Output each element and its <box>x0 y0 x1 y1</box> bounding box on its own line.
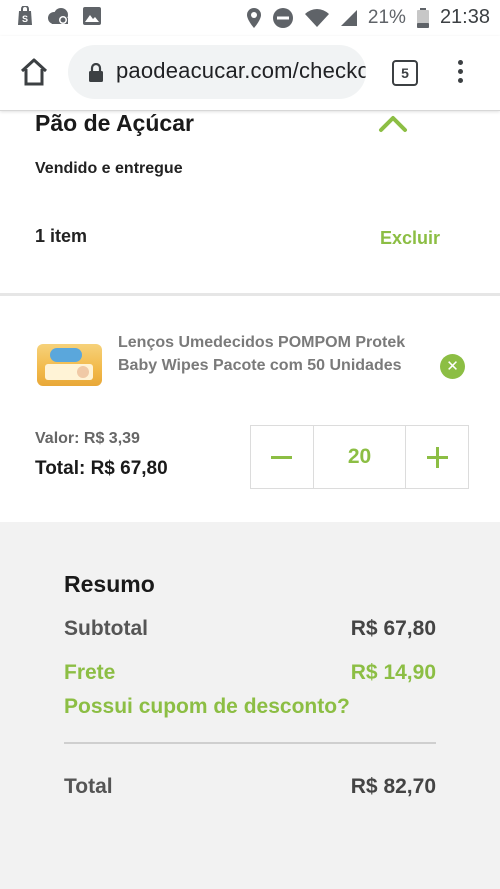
url-text: paodeacucar.com/checkout <box>116 58 366 83</box>
overflow-menu-icon[interactable] <box>452 60 468 88</box>
tab-switcher-button[interactable]: 5 <box>392 60 418 86</box>
subtotal-row: Subtotal R$ 67,80 <box>64 617 436 641</box>
store-name: Pão de Açúcar <box>35 110 194 136</box>
section-divider <box>0 293 500 296</box>
decrease-quantity-button[interactable] <box>251 426 313 488</box>
status-bar: S 21% 21:38 <box>0 0 500 36</box>
product-name[interactable]: Lenços Umedecidos POMPOM Protek Baby Wip… <box>118 331 418 377</box>
unit-price: Valor: R$ 3,39 <box>35 430 140 447</box>
increase-quantity-button[interactable] <box>406 426 468 488</box>
coupon-link[interactable]: Possui cupom de desconto? <box>64 695 350 719</box>
item-total: Total: R$ 67,80 <box>35 458 168 479</box>
lock-icon <box>89 63 103 82</box>
subtotal-label: Subtotal <box>64 617 148 640</box>
cloud-icon <box>48 8 68 24</box>
total-row: Total R$ 82,70 <box>64 775 436 799</box>
shipping-label: Frete <box>64 661 116 684</box>
order-summary: Resumo Subtotal R$ 67,80 Frete R$ 14,90 … <box>0 522 500 889</box>
total-value: R$ 82,70 <box>350 775 436 798</box>
shopping-icon: S <box>18 6 32 25</box>
address-bar[interactable]: paodeacucar.com/checkout <box>68 45 366 99</box>
remove-item-icon[interactable]: ✕ <box>440 354 465 379</box>
home-icon[interactable] <box>18 56 50 88</box>
browser-toolbar: paodeacucar.com/checkout 5 <box>0 36 500 111</box>
summary-divider <box>64 742 436 744</box>
sold-by-label: Vendido e entregue <box>35 160 183 177</box>
product-image[interactable] <box>37 344 102 386</box>
wifi-icon <box>304 8 329 27</box>
remove-all-button[interactable]: Excluir <box>380 228 440 249</box>
chevron-up-icon[interactable] <box>376 110 410 138</box>
subtotal-value: R$ 67,80 <box>350 617 436 640</box>
quantity-value[interactable]: 20 <box>313 426 406 488</box>
quantity-stepper: 20 <box>250 425 469 489</box>
shipping-value: R$ 14,90 <box>350 661 436 684</box>
battery-percent: 21% <box>367 6 406 28</box>
dnd-icon <box>272 7 293 28</box>
image-icon <box>83 7 101 25</box>
battery-icon <box>416 7 429 28</box>
summary-title: Resumo <box>64 571 155 597</box>
location-icon <box>246 7 261 28</box>
signal-icon <box>340 9 357 26</box>
total-label: Total <box>64 775 113 798</box>
shipping-row: Frete R$ 14,90 <box>64 661 436 685</box>
svg-text:S: S <box>22 14 28 24</box>
clock: 21:38 <box>439 6 490 28</box>
item-count: 1 item <box>35 226 88 246</box>
